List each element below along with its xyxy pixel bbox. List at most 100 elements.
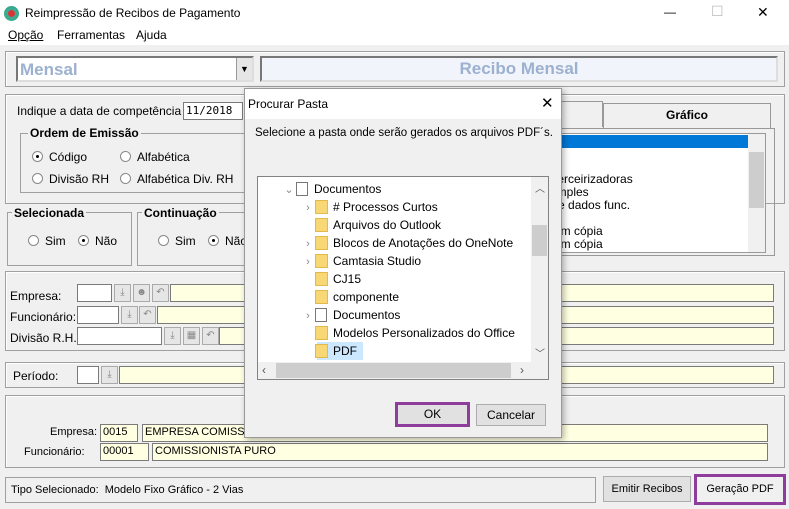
menu-ferramentas[interactable]: Ferramentas	[57, 28, 125, 42]
status-text: Tipo Selecionado: Modelo Fixo Gráfico - …	[11, 484, 244, 496]
download-icon[interactable]: ⤓	[121, 306, 138, 324]
radio-label: Sim	[175, 234, 196, 248]
tree-label: Documentos	[314, 182, 382, 196]
scroll-left-icon[interactable]: ‹	[262, 363, 266, 377]
tree-item-documentos[interactable]: ⌄ Documentos	[282, 180, 381, 198]
receipt-header-title: Recibo Mensal	[459, 59, 579, 78]
empresa-input[interactable]	[77, 284, 112, 302]
tree-item[interactable]: CJ15	[301, 270, 361, 288]
radio-label: Alfabética	[137, 150, 190, 164]
scroll-thumb[interactable]	[749, 152, 764, 208]
chevron-down-icon[interactable]: ⌄	[282, 181, 296, 199]
tree-item[interactable]: › # Processos Curtos	[301, 198, 438, 216]
folder-icon	[315, 290, 328, 304]
tree-label: Modelos Personalizados do Office	[333, 326, 515, 340]
close-button[interactable]: ✕	[757, 4, 769, 21]
selected-func-name: COMISSIONISTA PURO	[152, 443, 768, 461]
radio-label: Código	[49, 150, 88, 164]
tab-grafico[interactable]: Gráfico	[603, 103, 771, 129]
undo-icon[interactable]: ↶	[139, 306, 156, 324]
search-person-icon[interactable]: ☻	[133, 284, 150, 302]
chevron-right-icon[interactable]: ›	[301, 253, 315, 271]
folder-icon	[315, 254, 328, 268]
tree-label: componente	[333, 290, 400, 304]
tree-item[interactable]: Arquivos do Outlook	[301, 216, 441, 234]
radio-label: Não	[95, 234, 118, 248]
scroll-right-icon[interactable]: ›	[520, 363, 524, 377]
tree-item[interactable]: › Blocos de Anotações do OneNote	[301, 234, 513, 252]
minimize-button[interactable]: —	[664, 5, 676, 19]
emitir-recibos-button[interactable]: Emitir Recibos	[603, 476, 691, 502]
folder-icon	[315, 272, 328, 286]
tree-label: Arquivos do Outlook	[333, 218, 442, 232]
continuacao-nao[interactable]: Não	[208, 234, 247, 248]
menu-opcao[interactable]: Opção	[8, 28, 43, 42]
dialog-close-button[interactable]: ✕	[541, 94, 554, 112]
maximize-button[interactable]: ☐	[711, 3, 724, 20]
scroll-thumb[interactable]	[532, 225, 547, 256]
geracao-pdf-button[interactable]: Geração PDF	[694, 474, 786, 505]
chevron-right-icon[interactable]: ›	[301, 235, 315, 253]
browse-folder-dialog: Procurar Pasta ✕ Selecione a pasta onde …	[244, 88, 562, 438]
chevron-right-icon[interactable]: ›	[301, 307, 315, 325]
radio-divisao-rh[interactable]: Divisão RH	[32, 172, 109, 186]
radio-codigo[interactable]: Código	[32, 150, 87, 164]
tree-item[interactable]: Modelos Personalizados do Office	[301, 324, 515, 342]
scroll-thumb[interactable]	[276, 363, 511, 378]
model-list[interactable]: as /Terceirizadoras simples nte dados fu…	[545, 133, 766, 253]
funcionario-label: Funcionário:	[10, 310, 77, 324]
tree-hscrollbar[interactable]: ‹ ›	[258, 362, 548, 379]
tree-label: Camtasia Studio	[333, 254, 422, 268]
tree-item-pdf-selected[interactable]: PDF	[301, 342, 357, 360]
folder-tree[interactable]: ⌄ Documentos › # Processos Curtos Arquivos…	[257, 176, 549, 380]
download-icon[interactable]: ⤓	[164, 327, 181, 345]
radio-label: Divisão RH	[49, 172, 110, 186]
folder-icon	[315, 218, 328, 232]
list-scrollbar[interactable]	[748, 134, 765, 252]
menu-ajuda[interactable]: Ajuda	[136, 28, 167, 42]
tree-vscrollbar[interactable]: ︿ ﹀	[531, 177, 548, 362]
continuacao-sim[interactable]: Sim	[158, 234, 196, 248]
divisao-input[interactable]	[77, 327, 162, 345]
tree-label: Documentos	[333, 308, 401, 322]
download-icon[interactable]: ⤓	[101, 366, 118, 384]
download-icon[interactable]: ⤓	[114, 284, 131, 302]
selected-empresa-label: Empresa:	[50, 426, 98, 438]
document-icon	[315, 308, 327, 322]
folder-icon	[315, 200, 328, 214]
continuacao-title: Continuação	[142, 206, 219, 220]
cancel-button[interactable]: Cancelar	[476, 404, 546, 426]
tree-item[interactable]: › Documentos	[301, 306, 400, 324]
type-combo[interactable]: Mensal ▼	[16, 56, 254, 82]
scroll-up-icon[interactable]: ︿	[535, 180, 545, 195]
receipt-header: Recibo Mensal	[260, 56, 778, 82]
list-item[interactable]: as	[546, 135, 749, 148]
radio-label: Sim	[45, 234, 66, 248]
chevron-down-icon[interactable]: ▼	[236, 58, 252, 80]
type-combo-value: Mensal	[20, 60, 78, 79]
chevron-right-icon[interactable]: ›	[301, 199, 315, 217]
selecionada-title: Selecionada	[12, 206, 87, 220]
radio-alfabetica-div-rh[interactable]: Alfabética Div. RH	[120, 172, 233, 186]
selecionada-nao[interactable]: Não	[78, 234, 117, 248]
app-icon	[4, 6, 19, 21]
undo-icon[interactable]: ↶	[202, 327, 219, 345]
radio-alfabetica[interactable]: Alfabética	[120, 150, 190, 164]
tree-item[interactable]: componente	[301, 288, 399, 306]
ok-button[interactable]: OK	[395, 402, 470, 427]
undo-icon[interactable]: ↶	[152, 284, 169, 302]
date-label: Indique a data de competência	[17, 104, 182, 118]
selecionada-sim[interactable]: Sim	[28, 234, 66, 248]
title-bar: Reimpressão de Recibos de Pagamento — ☐ …	[0, 0, 789, 28]
search-division-icon[interactable]: ▦	[183, 327, 200, 345]
tree-item[interactable]: › Camtasia Studio	[301, 252, 421, 270]
date-input[interactable]: 11/2018	[183, 102, 243, 120]
folder-icon	[315, 326, 328, 340]
tab-other[interactable]	[560, 101, 603, 127]
folder-icon	[315, 344, 328, 358]
scroll-down-icon[interactable]: ﹀	[535, 345, 545, 360]
selected-func-code: 00001	[100, 443, 149, 461]
tree-label: # Processos Curtos	[333, 200, 438, 214]
funcionario-input[interactable]	[77, 306, 119, 324]
periodo-input[interactable]	[77, 366, 99, 384]
